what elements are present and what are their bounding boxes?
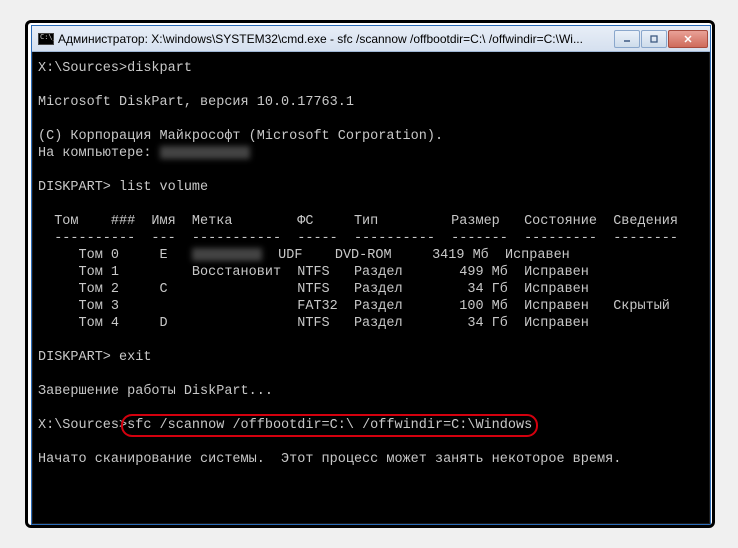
table-header: Том ### Имя Метка ФС Тип Размер Состояни… <box>38 214 678 229</box>
diskpart-prompt: DISKPART> <box>38 350 119 365</box>
minimize-button[interactable] <box>614 30 640 48</box>
blurred-hostname <box>160 146 250 159</box>
copyright: (C) Корпорация Майкрософт (Microsoft Cor… <box>38 129 443 144</box>
table-row: Том 0 E <box>38 248 192 263</box>
table-row: UDF DVD-ROM 3419 Мб Исправен <box>262 248 570 263</box>
close-button[interactable] <box>668 30 708 48</box>
screenshot-frame: Администратор: X:\windows\SYSTEM32\cmd.e… <box>25 20 715 528</box>
table-row: Том 3 FAT32 Раздел 100 Мб Исправен Скрыт… <box>38 299 670 314</box>
cmd-icon <box>38 33 54 45</box>
table-row: Том 2 C NTFS Раздел 34 Гб Исправен <box>38 282 589 297</box>
window-title: Администратор: X:\windows\SYSTEM32\cmd.e… <box>58 32 614 46</box>
terminal-body[interactable]: X:\Sources>diskpart Microsoft DiskPart, … <box>32 52 710 476</box>
titlebar[interactable]: Администратор: X:\windows\SYSTEM32\cmd.e… <box>32 26 710 52</box>
blurred-label <box>192 248 262 261</box>
diskpart-command: list volume <box>119 180 208 195</box>
table-row: Том 4 D NTFS Раздел 34 Гб Исправен <box>38 316 589 331</box>
prompt: X:\Sources> <box>38 61 127 76</box>
table-row: Том 1 Восстановит NTFS Раздел 499 Мб Исп… <box>38 265 589 280</box>
diskpart-prompt: DISKPART> <box>38 180 119 195</box>
highlighted-command-wrap: sfc /scannow /offbootdir=C:\ /offwindir=… <box>127 417 532 434</box>
window-buttons <box>614 30 708 48</box>
diskpart-command: exit <box>119 350 151 365</box>
exit-message: Завершение работы DiskPart... <box>38 384 273 399</box>
cmd-window: Администратор: X:\windows\SYSTEM32\cmd.e… <box>31 25 711 525</box>
sfc-command: sfc /scannow /offbootdir=C:\ /offwindir=… <box>127 418 532 433</box>
on-computer-label: На компьютере: <box>38 146 160 161</box>
prompt: X:\Sources> <box>38 418 127 433</box>
diskpart-version: Microsoft DiskPart, версия 10.0.17763.1 <box>38 95 354 110</box>
table-separator: ---------- --- ----------- ----- -------… <box>38 231 678 246</box>
command: diskpart <box>127 61 192 76</box>
maximize-button[interactable] <box>641 30 667 48</box>
scan-message: Начато сканирование системы. Этот процес… <box>38 452 621 467</box>
